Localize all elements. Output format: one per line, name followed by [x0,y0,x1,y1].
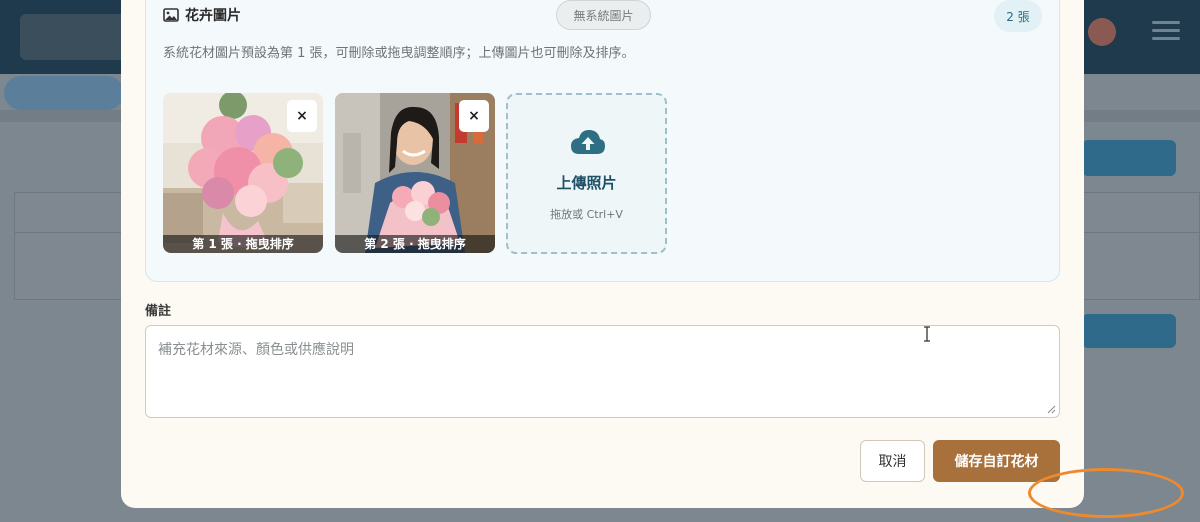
background-avatar [1088,18,1116,46]
background-nav-pill [4,76,124,110]
cancel-button[interactable]: 取消 [860,440,925,482]
notes-placeholder: 補充花材來源、顏色或供應說明 [158,342,354,358]
background-button [1082,140,1176,176]
remove-photo-1-button[interactable]: × [287,100,317,132]
flower-image-section: 花卉圖片 無系統圖片 2 張 系統花材圖片預設為第 1 張，可刪除或拖曳調整順序… [145,0,1060,282]
cloud-upload-icon [571,130,605,154]
notes-label: 備註 [145,304,172,319]
hamburger-menu-icon [1150,16,1182,46]
section-title-label: 花卉圖片 [185,8,241,24]
photo-2-caption: 第 2 張 · 拖曳排序 [335,235,495,253]
save-custom-flower-button[interactable]: 儲存自訂花材 [933,440,1060,482]
custom-flower-modal: 花卉圖片 無系統圖片 2 張 系統花材圖片預設為第 1 張，可刪除或拖曳調整順序… [121,0,1084,508]
text-cursor-icon [924,326,930,342]
image-count-badge: 2 張 [994,0,1042,32]
upload-title: 上傳照片 [556,174,617,192]
upload-photo-dropzone[interactable]: 上傳照片 拖放或 Ctrl+V [506,93,667,254]
section-title: 花卉圖片 [163,5,241,25]
background-button-secondary [1082,314,1176,348]
photo-1-caption: 第 1 張 · 拖曳排序 [163,235,323,253]
remove-photo-2-button[interactable]: × [459,100,489,132]
image-icon [163,8,179,22]
photo-card-1[interactable]: × 第 1 張 · 拖曳排序 [163,93,323,253]
upload-subtitle: 拖放或 Ctrl+V [550,208,623,221]
image-hint-text: 系統花材圖片預設為第 1 張，可刪除或拖曳調整順序；上傳圖片也可刪除及排序。 [163,46,635,61]
no-system-image-badge: 無系統圖片 [556,0,651,30]
annotation-highlight-ring [1028,468,1184,518]
resize-grip-icon[interactable] [1047,405,1056,414]
photo-card-2[interactable]: × 第 2 張 · 拖曳排序 [335,93,495,253]
